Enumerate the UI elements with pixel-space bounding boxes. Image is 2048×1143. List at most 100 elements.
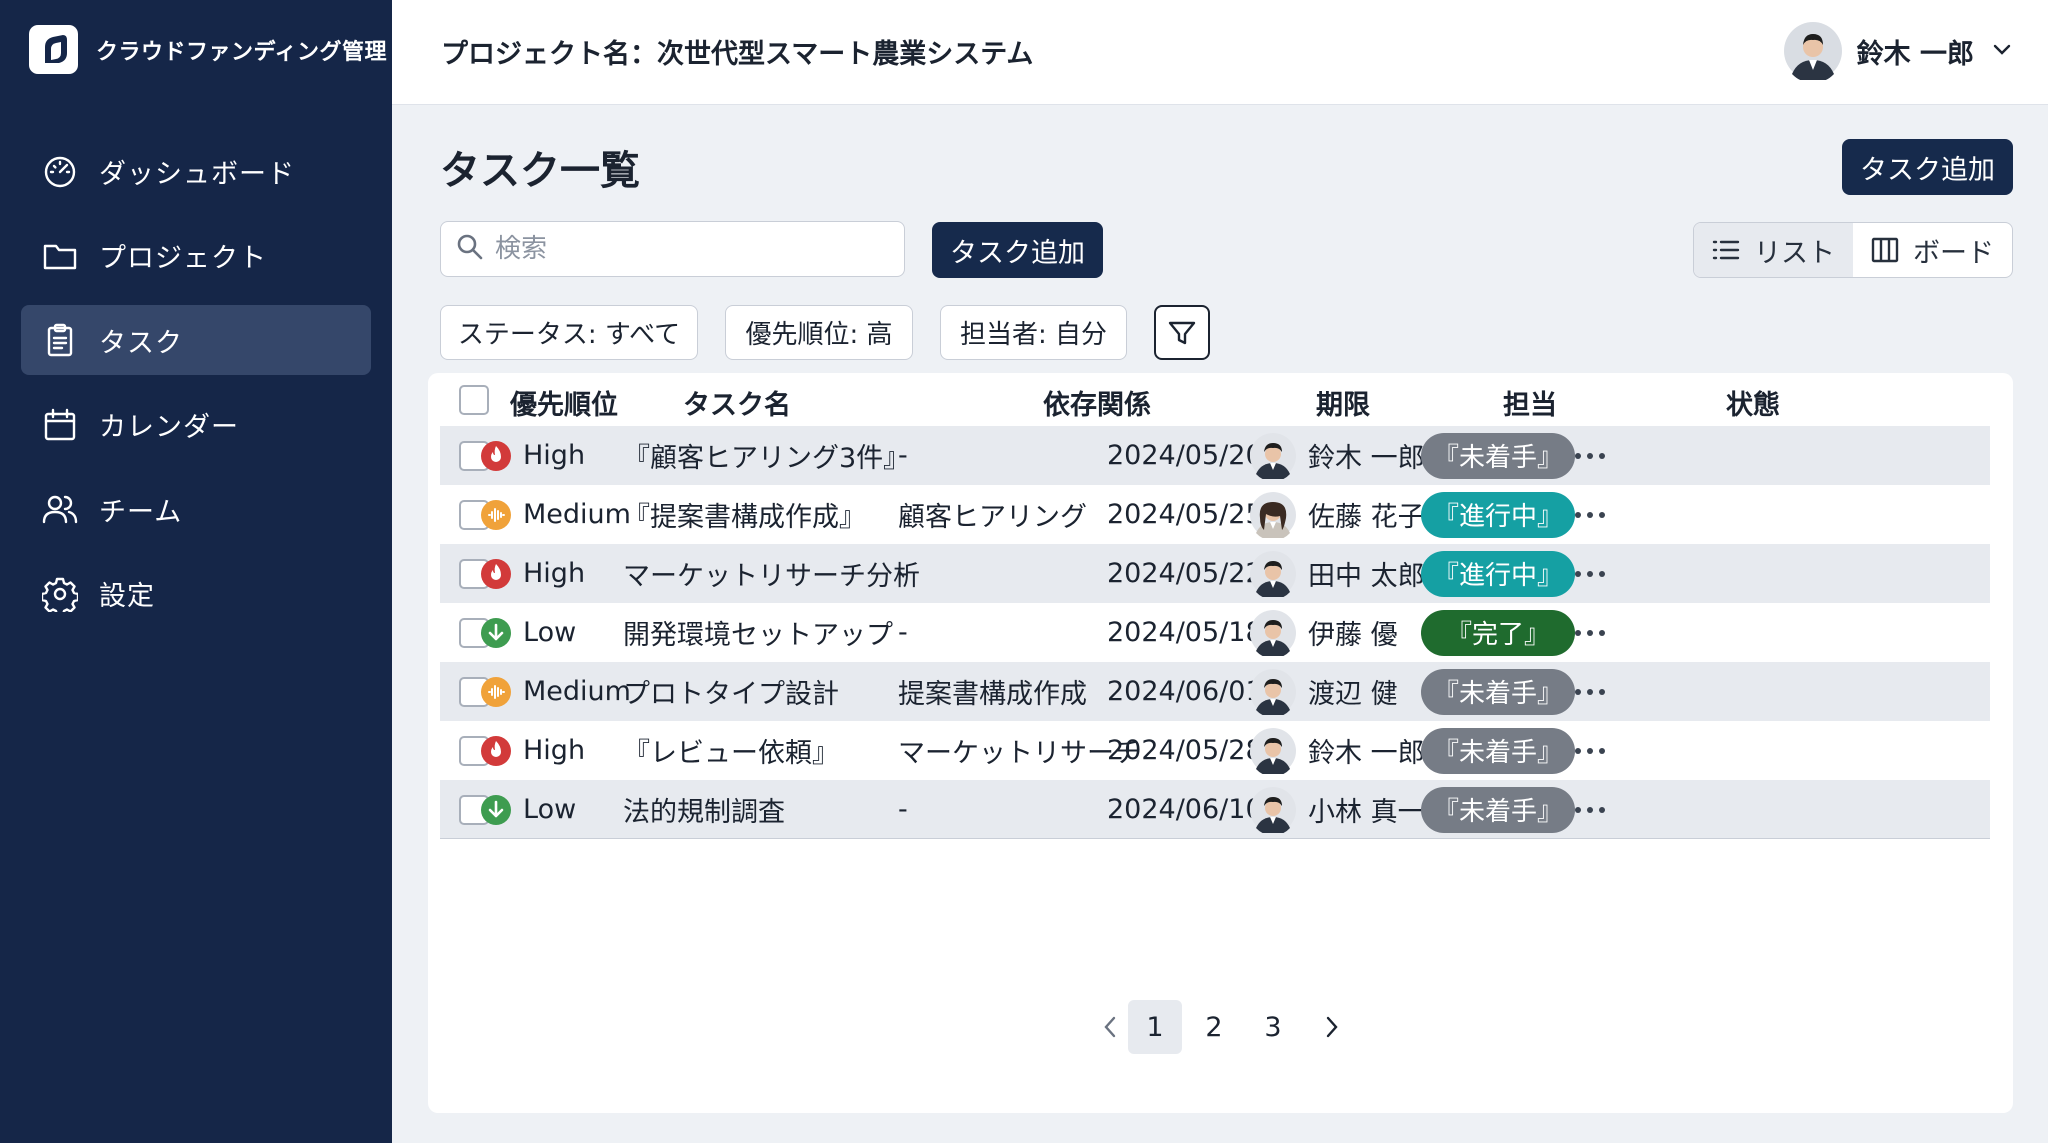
sidebar-item-label: 設定 bbox=[99, 581, 155, 612]
owner-name: 鈴木 一郎 bbox=[1308, 738, 1425, 769]
more-horizontal-icon bbox=[1575, 806, 1605, 813]
search-box bbox=[440, 221, 905, 277]
row-more-button[interactable] bbox=[1565, 662, 1615, 721]
owner-filter[interactable]: 担当者: 自分 bbox=[940, 305, 1127, 360]
status-badge[interactable]: 『未着手』 bbox=[1421, 432, 1575, 479]
pagination-page-3[interactable]: 3 bbox=[1246, 1000, 1300, 1054]
sidebar-nav: ダッシュボード プロジェクト タスク カレンダー チーム 設定 bbox=[21, 136, 371, 643]
sidebar-item-label: プロジェクト bbox=[99, 243, 267, 274]
add-task-button-secondary[interactable]: タスク追加 bbox=[932, 222, 1103, 278]
status-filter[interactable]: ステータス: すべて bbox=[440, 305, 698, 360]
column-due[interactable]: 期限 bbox=[1316, 383, 1370, 422]
priority-cell: Low bbox=[481, 603, 576, 662]
status-badge[interactable]: 『進行中』 bbox=[1421, 550, 1575, 597]
priority-filter[interactable]: 優先順位: 高 bbox=[725, 305, 913, 360]
sidebar-item-settings[interactable]: 設定 bbox=[21, 559, 371, 629]
task-dependency: - bbox=[898, 794, 908, 825]
task-name[interactable]: 開発環境セットアップ bbox=[623, 603, 893, 662]
view-list-button[interactable]: リスト bbox=[1694, 223, 1853, 277]
priority-label: Medium bbox=[523, 499, 631, 530]
task-due: 2024/05/18 bbox=[1107, 617, 1263, 648]
chevron-left-icon bbox=[1104, 1016, 1116, 1038]
task-name[interactable]: 『提案書構成作成』 bbox=[623, 485, 866, 544]
status-badge[interactable]: 『未着手』 bbox=[1421, 786, 1575, 833]
brand[interactable]: クラウドファンディング管理 bbox=[29, 25, 387, 74]
column-priority[interactable]: 優先順位 bbox=[510, 383, 618, 422]
task-table: 優先順位 タスク名 依存関係 期限 担当 状態 High 『顧客ヒアリング3件』 -… bbox=[428, 373, 2013, 1113]
user-name: 鈴木 一郎 bbox=[1856, 38, 1974, 70]
priority-label: Low bbox=[523, 617, 577, 648]
task-name[interactable]: 法的規制調査 bbox=[623, 780, 785, 839]
task-dependency: マーケットリサーチ bbox=[898, 738, 1141, 769]
table-row[interactable]: Low 開発環境セットアップ - 2024/05/18 伊藤 優『完了』 bbox=[440, 603, 1990, 662]
owner-avatar bbox=[1250, 609, 1296, 656]
row-more-button[interactable] bbox=[1565, 780, 1615, 839]
more-horizontal-icon bbox=[1575, 452, 1605, 459]
sidebar-item-dashboard[interactable]: ダッシュボード bbox=[21, 136, 371, 206]
status-badge[interactable]: 『未着手』 bbox=[1421, 668, 1575, 715]
status-cell: 『進行中』 bbox=[1421, 544, 1575, 603]
view-board-label: ボード bbox=[1913, 237, 1994, 269]
status-badge[interactable]: 『未着手』 bbox=[1421, 727, 1575, 774]
status-badge[interactable]: 『進行中』 bbox=[1421, 491, 1575, 538]
priority-high-icon bbox=[481, 440, 511, 471]
owner-avatar bbox=[1250, 727, 1296, 774]
task-due: 2024/06/10 bbox=[1107, 794, 1263, 825]
row-more-button[interactable] bbox=[1565, 485, 1615, 544]
sidebar-item-label: チーム bbox=[99, 496, 183, 528]
owner-cell: 渡辺 健 bbox=[1250, 662, 1398, 721]
status-badge[interactable]: 『完了』 bbox=[1421, 609, 1575, 656]
table-row[interactable]: High 『顧客ヒアリング3件』 - 2024/05/20 鈴木 一郎 『未着手』 bbox=[440, 426, 1990, 485]
column-owner[interactable]: 担当 bbox=[1503, 383, 1557, 422]
view-board-button[interactable]: ボード bbox=[1853, 223, 2012, 277]
task-due: 2024/06/01 bbox=[1107, 676, 1263, 707]
project-title: プロジェクト名：次世代型スマート農業システム bbox=[441, 39, 1034, 70]
sidebar-item-team[interactable]: チーム bbox=[21, 474, 371, 544]
more-horizontal-icon bbox=[1575, 570, 1605, 577]
column-task-name[interactable]: タスク名 bbox=[683, 383, 791, 422]
sidebar-item-projects[interactable]: プロジェクト bbox=[21, 221, 371, 291]
row-more-button[interactable] bbox=[1565, 426, 1615, 485]
filter-button[interactable] bbox=[1154, 305, 1210, 360]
sidebar-item-tasks[interactable]: タスク bbox=[21, 305, 371, 375]
owner-name: 渡辺 健 bbox=[1308, 679, 1398, 710]
owner-avatar bbox=[1250, 786, 1296, 833]
task-name[interactable]: プロトタイプ設計 bbox=[623, 662, 839, 721]
table-row[interactable]: Medium 『提案書構成作成』 顧客ヒアリング 2024/05/25 佐藤 花子 『進行… bbox=[440, 485, 1990, 544]
pagination-next[interactable] bbox=[1305, 1000, 1359, 1054]
task-name[interactable]: 『レビュー依頼』 bbox=[623, 721, 839, 780]
priority-low-icon bbox=[481, 617, 511, 648]
row-more-button[interactable] bbox=[1565, 603, 1615, 662]
sidebar-item-label: タスク bbox=[99, 327, 183, 359]
user-menu[interactable]: 鈴木 一郎 bbox=[1783, 22, 2012, 80]
topbar: プロジェクト名：次世代型スマート農業システム 鈴木 一郎 bbox=[392, 0, 2048, 105]
select-all-checkbox[interactable] bbox=[459, 385, 489, 415]
pagination-page-2[interactable]: 2 bbox=[1187, 1000, 1241, 1054]
search-input[interactable] bbox=[495, 234, 895, 264]
row-more-button[interactable] bbox=[1565, 721, 1615, 780]
priority-label: High bbox=[523, 558, 586, 589]
table-row[interactable]: High 『レビュー依頼』 マーケットリサーチ 2024/05/28 鈴木 一郎 『未着手… bbox=[440, 721, 1990, 780]
table-row[interactable]: Medium プロトタイプ設計 提案書構成作成 2024/06/01 渡辺 健『未着手』 bbox=[440, 662, 1990, 721]
table-row[interactable]: Low 法的規制調査 - 2024/06/10 小林 真一 『未着手』 bbox=[440, 780, 1990, 839]
add-task-button[interactable]: タスク追加 bbox=[1842, 139, 2013, 195]
task-dependency: - bbox=[898, 440, 908, 471]
status-cell: 『未着手』 bbox=[1421, 721, 1575, 780]
pagination-page-1[interactable]: 1 bbox=[1128, 1000, 1182, 1054]
users-icon bbox=[41, 490, 79, 528]
owner-avatar bbox=[1250, 491, 1296, 538]
row-more-button[interactable] bbox=[1565, 544, 1615, 603]
column-status[interactable]: 状態 bbox=[1726, 383, 1780, 422]
task-name[interactable]: 『顧客ヒアリング3件』 bbox=[623, 426, 910, 485]
more-horizontal-icon bbox=[1575, 629, 1605, 636]
owner-name: 伊藤 優 bbox=[1308, 620, 1398, 651]
priority-cell: Medium bbox=[481, 662, 631, 721]
calendar-icon bbox=[41, 406, 79, 444]
column-dependency[interactable]: 依存関係 bbox=[1043, 383, 1151, 422]
sidebar-item-calendar[interactable]: カレンダー bbox=[21, 390, 371, 460]
table-row[interactable]: High マーケットリサーチ分析 - 2024/05/22 田中 太郎 『進行中』 bbox=[440, 544, 1990, 603]
chevron-down-icon bbox=[1992, 42, 2012, 61]
status-cell: 『未着手』 bbox=[1421, 662, 1575, 721]
sidebar-item-label: ダッシュボード bbox=[99, 158, 295, 190]
task-name[interactable]: マーケットリサーチ分析 bbox=[623, 544, 920, 603]
